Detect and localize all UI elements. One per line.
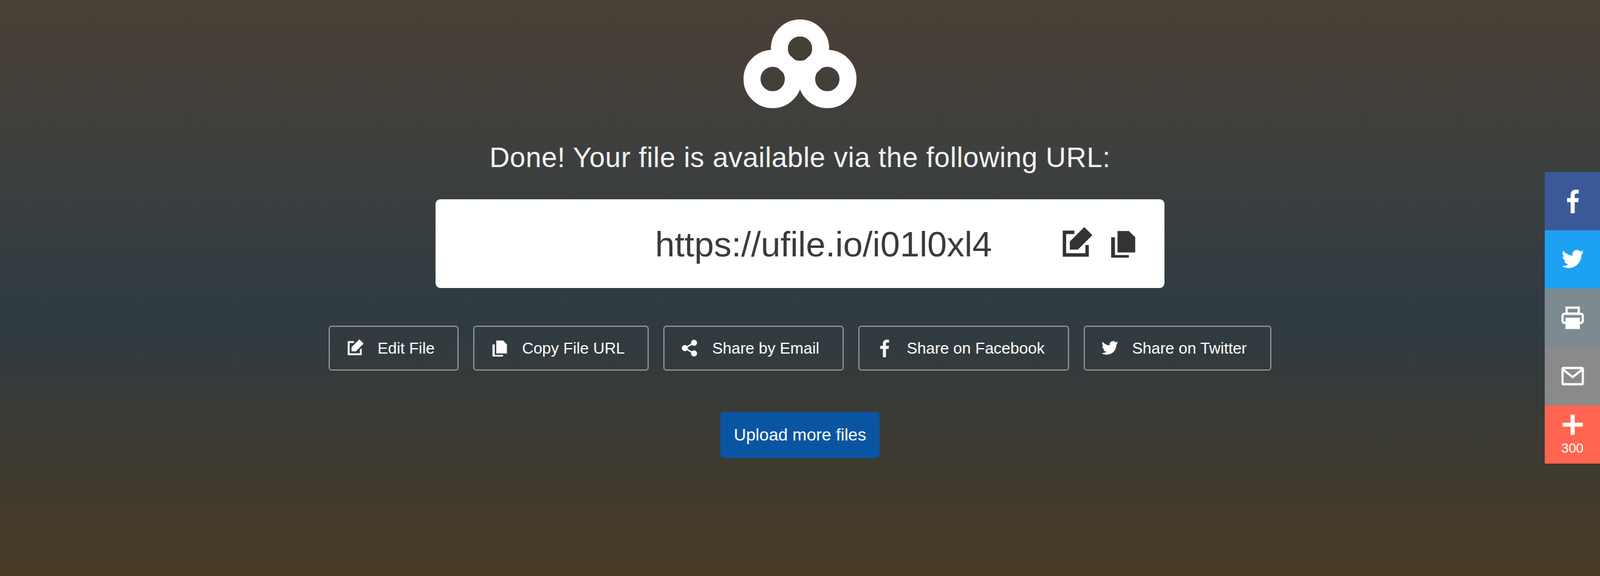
twitter-icon (1100, 338, 1119, 358)
copy-url-button[interactable] (1107, 228, 1138, 259)
share-sidebar-item[interactable] (1544, 171, 1600, 231)
action-row: Edit File Copy File URL Share by Email S… (328, 325, 1271, 371)
share-sidebar: 300 (1544, 171, 1600, 464)
print-icon (1560, 305, 1585, 330)
url-text[interactable]: https://ufile.io/i01l0xl4 (654, 223, 992, 265)
facebook-icon (1560, 188, 1585, 214)
copy-icon (1107, 228, 1138, 259)
edit-icon (345, 338, 364, 358)
share-icon (680, 338, 699, 358)
action-button[interactable]: Share on Facebook (858, 325, 1070, 371)
main-column: Done! Your file is available via the fol… (0, 0, 1600, 459)
plus-icon (1560, 412, 1585, 437)
share-sidebar-item[interactable] (1544, 346, 1600, 406)
edit-url-button[interactable] (1058, 226, 1093, 261)
page: Done! Your file is available via the fol… (0, 0, 1600, 576)
twitter-icon (1560, 247, 1585, 272)
share-count: 300 (1561, 440, 1584, 457)
action-button[interactable]: Edit File (328, 325, 459, 371)
facebook-icon (875, 338, 894, 358)
action-button[interactable]: Copy File URL (473, 325, 649, 371)
action-label: Share by Email (711, 338, 819, 358)
action-button[interactable]: Share by Email (663, 325, 844, 371)
email-icon (1560, 363, 1585, 389)
url-tools (1058, 226, 1138, 261)
share-sidebar-item[interactable] (1544, 230, 1600, 289)
copy-icon (490, 338, 509, 358)
heading: Done! Your file is available via the fol… (489, 140, 1112, 174)
action-label: Copy File URL (521, 338, 625, 358)
action-label: Share on Facebook (906, 338, 1045, 358)
share-sidebar-item[interactable] (1544, 288, 1600, 347)
action-label: Edit File (377, 338, 435, 358)
action-label: Share on Twitter (1132, 338, 1248, 358)
share-sidebar-item[interactable]: 300 (1544, 405, 1600, 464)
edit-icon (1058, 226, 1093, 261)
url-box: https://ufile.io/i01l0xl4 (435, 199, 1165, 288)
logo-icon (739, 18, 861, 110)
upload-button[interactable]: Upload more files (720, 411, 880, 459)
action-button[interactable]: Share on Twitter (1083, 325, 1272, 371)
